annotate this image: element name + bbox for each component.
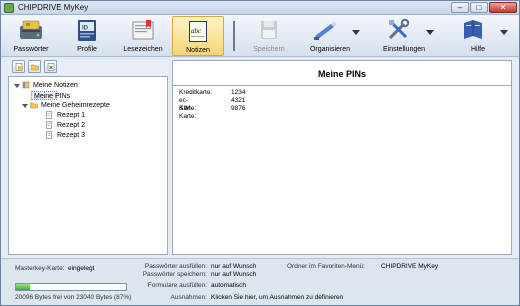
toolbar-label: Organisieren	[309, 46, 351, 53]
note-icon	[45, 131, 53, 139]
bookmarks-icon	[132, 20, 154, 40]
toolbar-organisieren[interactable]: Organisieren	[299, 16, 361, 56]
toolbar-label: Speichern	[253, 46, 285, 53]
delete-note-icon	[47, 63, 55, 71]
tools-icon	[388, 18, 410, 40]
pw-save-value[interactable]: nur auf Wunsch	[211, 271, 256, 279]
toolbar-label: Lesezeichen	[123, 46, 163, 53]
forms-value[interactable]: automatisch	[211, 282, 246, 290]
expand-icon[interactable]	[14, 84, 20, 88]
help-icon	[464, 20, 482, 39]
folder-icon	[30, 101, 38, 109]
app-icon	[4, 3, 14, 13]
new-folder-icon	[31, 63, 39, 71]
tree-item-label: Meine PINs	[34, 93, 71, 100]
title-bar[interactable]: CHIPDRIVE MyKey – □ ✕	[1, 1, 519, 15]
tree-item-rezept-1[interactable]: Rezept 1	[45, 111, 105, 120]
new-note-icon	[15, 63, 23, 71]
pw-fill-label: Passwörter ausfüllen:	[144, 263, 207, 270]
pw-fill-value[interactable]: nur auf Wunsch	[211, 263, 256, 271]
chevron-down-icon[interactable]	[500, 30, 508, 35]
pin-value: 9876	[231, 105, 246, 112]
main-toolbar: Passwörter ID Profile Lesezeichen abc No…	[1, 15, 519, 57]
toolbar-passwoerter[interactable]: Passwörter	[9, 16, 53, 56]
chevron-down-icon[interactable]	[426, 30, 434, 35]
tree-item-meine-pins[interactable]: Meine PINs	[31, 91, 70, 100]
organize-icon	[314, 21, 337, 40]
favorites-value[interactable]: CHIPDRIVE MyKey	[381, 263, 438, 271]
tree-item-rezept-2[interactable]: Rezept 2	[45, 121, 105, 130]
toolbar-einstellungen[interactable]: Einstellungen	[373, 16, 435, 56]
favorites-label: Ordner im Favoriten-Menü:	[287, 263, 366, 270]
toolbar-speichern[interactable]: Speichern	[247, 16, 291, 56]
pin-key: SIM-Karte:	[179, 105, 197, 120]
note-editor[interactable]: Meine PINs Kreditkarte: 1234 ec-Karte: 4…	[172, 60, 512, 255]
exceptions-label: Ausnahmen:	[170, 294, 208, 301]
note-icon	[45, 121, 53, 129]
toolbar-separator	[233, 21, 235, 51]
notepad-icon: abc	[189, 21, 207, 42]
storage-progress-bar	[15, 283, 127, 291]
toolbar-label: Notizen	[186, 47, 210, 54]
tree-item-label: Meine Geheimrezepte	[41, 102, 110, 109]
toolbar-label: Passwörter	[13, 46, 49, 53]
svg-text:abc: abc	[191, 27, 202, 35]
close-button[interactable]: ✕	[489, 2, 517, 13]
toolbar-hilfe[interactable]: Hilfe	[447, 16, 509, 56]
maximize-button[interactable]: □	[470, 2, 488, 13]
tree-item-meine-notizen[interactable]: Meine Notizen	[14, 81, 164, 90]
save-icon	[261, 21, 277, 39]
note-icon	[45, 111, 53, 119]
toolbar-label: Hilfe	[470, 46, 485, 53]
notes-tree-panel: Meine Notizen Meine PINs Meine Geheimrez…	[8, 60, 168, 255]
divider	[173, 85, 511, 86]
toolbar-notizen[interactable]: abc Notizen	[172, 16, 224, 56]
toolbar-profile[interactable]: ID Profile	[65, 16, 109, 56]
svg-text:ID: ID	[82, 26, 89, 32]
tree-item-label: Rezept 3	[57, 132, 86, 139]
notes-tree[interactable]: Meine Notizen Meine PINs Meine Geheimrez…	[8, 76, 168, 255]
toolbar-lesezeichen[interactable]: Lesezeichen	[119, 16, 167, 56]
notebook-icon	[22, 81, 30, 89]
tree-item-label: Rezept 2	[57, 122, 86, 129]
chevron-down-icon[interactable]	[352, 30, 360, 35]
tree-item-label: Rezept 1	[57, 112, 86, 119]
new-note-button[interactable]	[12, 60, 25, 73]
tree-item-meine-geheimrezepte[interactable]: Meine Geheimrezepte	[22, 101, 162, 110]
pin-key: Kreditkarte:	[179, 89, 213, 96]
note-title: Meine PINs	[317, 69, 366, 79]
tree-item-rezept-3[interactable]: Rezept 3	[45, 131, 105, 140]
masterkey-label: Masterkey-Karte:	[15, 265, 65, 272]
pw-save-label: Passwörter speichern:	[142, 271, 207, 278]
card-reader-icon	[20, 20, 42, 39]
exceptions-link[interactable]: Klicken Sie hier, um Ausnahmen zu defini…	[211, 294, 343, 302]
new-folder-button[interactable]	[28, 60, 41, 73]
toolbar-label: Einstellungen	[382, 46, 426, 53]
window-title: CHIPDRIVE MyKey	[18, 3, 89, 12]
id-card-icon: ID	[78, 20, 96, 41]
tree-item-label: Meine Notizen	[33, 82, 78, 89]
storage-text: 20096 Bytes frei von 23040 Bytes (87%)	[15, 294, 132, 301]
storage-progress-fill	[16, 284, 31, 290]
toolbar-label: Profile	[77, 46, 97, 53]
pin-value: 1234	[231, 89, 246, 96]
app-window: CHIPDRIVE MyKey – □ ✕ Passwörter ID Prof…	[0, 0, 520, 306]
pin-value: 4321	[231, 97, 246, 104]
masterkey-value: eingelegt	[68, 265, 95, 272]
expand-icon[interactable]	[22, 104, 28, 108]
forms-label: Formulare ausfüllen:	[147, 282, 207, 289]
delete-note-button[interactable]	[44, 60, 57, 73]
status-bar: Masterkey-Karte: eingelegt Passwörter au…	[1, 258, 519, 305]
minimize-button[interactable]: –	[451, 2, 469, 13]
